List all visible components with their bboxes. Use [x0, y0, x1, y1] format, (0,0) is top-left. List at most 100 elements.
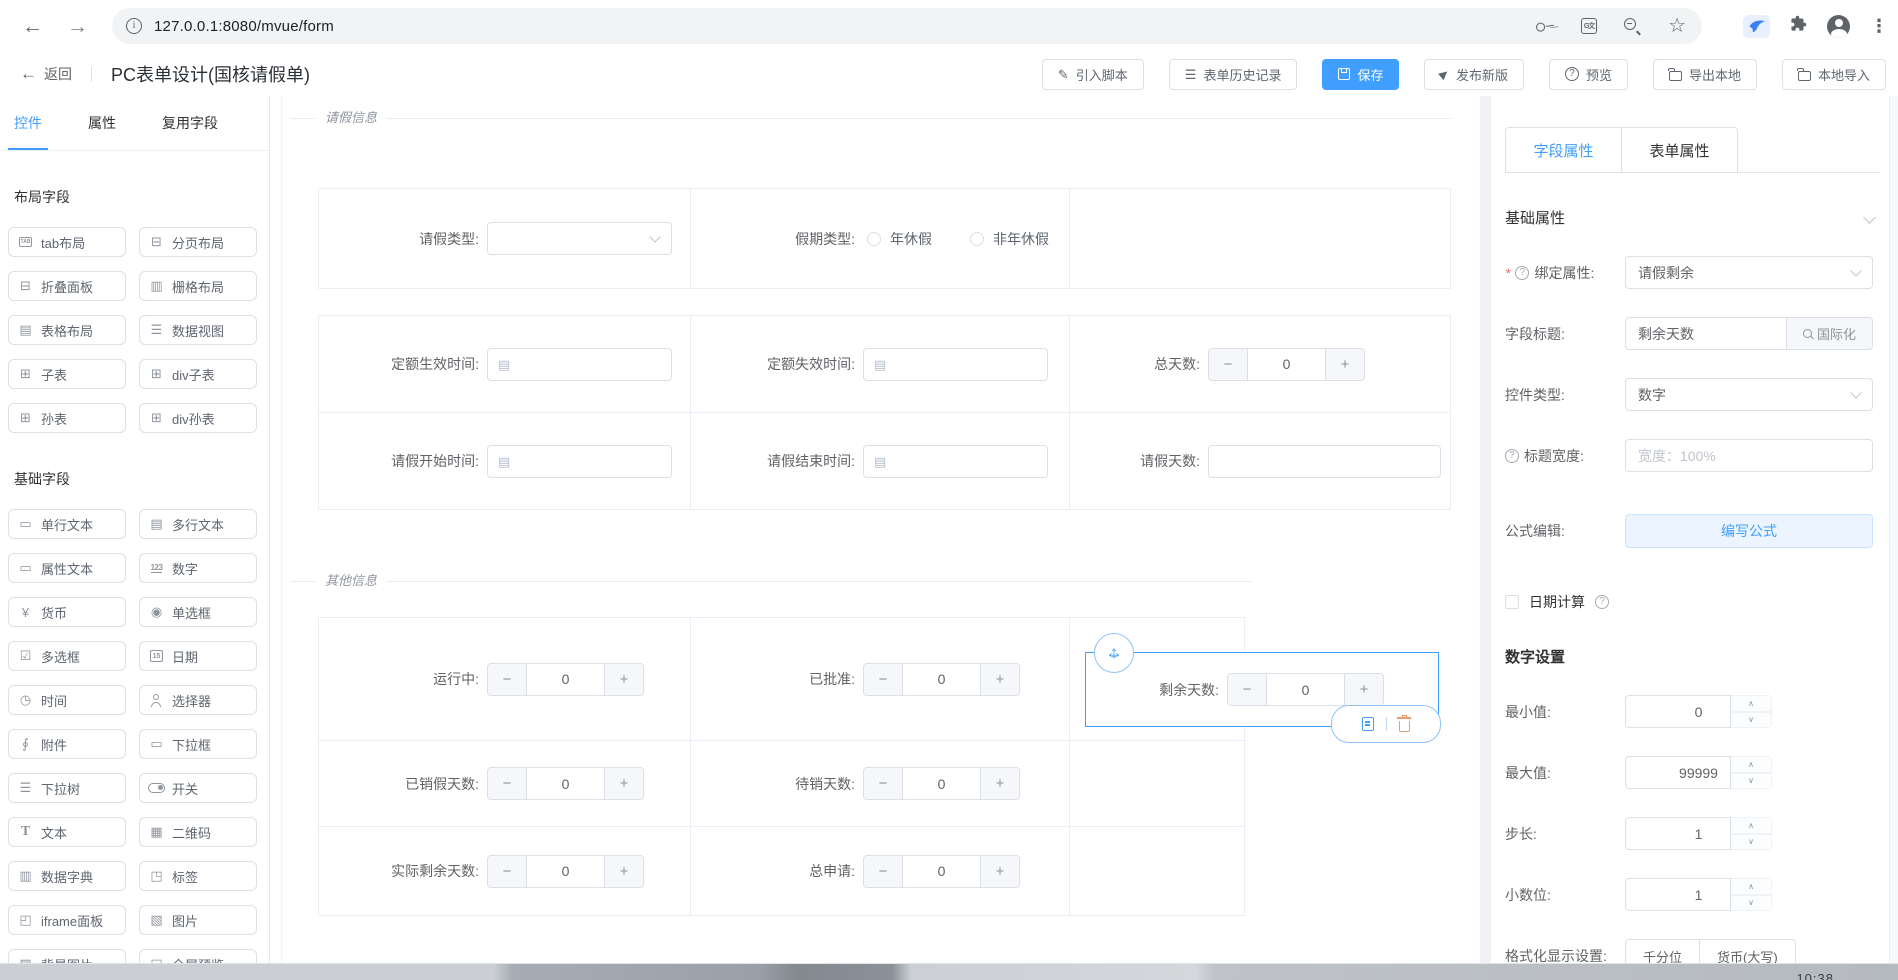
key-icon[interactable] [1536, 20, 1555, 31]
stepper-decrease-button[interactable]: − [864, 856, 903, 887]
copy-field-button[interactable] [1362, 717, 1374, 731]
control-item-data-view[interactable]: ☰数据视图 [139, 315, 257, 345]
stepper-increase-button[interactable]: + [604, 664, 643, 695]
control-item-tag[interactable]: ◳标签 [139, 861, 257, 891]
spinner-up-icon[interactable]: ∧ [1731, 878, 1772, 895]
info-icon[interactable]: i [126, 18, 142, 34]
spinner-down-icon[interactable]: ∨ [1731, 834, 1772, 851]
control-item-grid-layout[interactable]: ▥栅格布局 [139, 271, 257, 301]
control-item-text[interactable]: T文本 [8, 817, 126, 847]
rp-tab-1[interactable]: 表单属性 [1621, 128, 1737, 172]
control-item-multiline-text[interactable]: ▤多行文本 [139, 509, 257, 539]
sidebar-tab-0[interactable]: 控件 [14, 96, 42, 150]
bird-extension-icon[interactable] [1743, 15, 1770, 38]
stepper-increase-button[interactable]: + [1325, 349, 1364, 380]
spinner-down-icon[interactable]: ∨ [1731, 895, 1772, 912]
field-number-stepper[interactable]: −0+ [1208, 348, 1365, 381]
spinner-down-icon[interactable]: ∨ [1731, 712, 1772, 729]
form-field-cell[interactable]: 已销假天数:−0+ [319, 741, 691, 827]
control-item-image[interactable]: ▧图片 [139, 905, 257, 935]
control-item-qrcode[interactable]: ▦二维码 [139, 817, 257, 847]
stepper-increase-button[interactable]: + [980, 856, 1019, 887]
selected-field[interactable]: 剩余天数:−0+↔↕ [1085, 652, 1439, 727]
field-number-stepper[interactable]: −0+ [487, 855, 644, 888]
field-date-input[interactable]: ▤ [487, 348, 672, 381]
field-text-input[interactable] [1208, 445, 1441, 478]
control-item-date[interactable]: 15日期 [139, 641, 257, 671]
form-field-cell[interactable]: 已批准:−0+ [691, 618, 1070, 741]
stepper-increase-button[interactable]: + [604, 768, 643, 799]
stepper-increase-button[interactable]: + [1344, 674, 1383, 705]
stepper-decrease-button[interactable]: − [1228, 674, 1267, 705]
publish-button[interactable]: ▶发布新版 [1424, 59, 1523, 90]
canvas[interactable]: 请假信息其他信息请假类型:假期类型:年休假非年休假定额生效时间:▤定额失效时间:… [270, 96, 1480, 963]
field-number-stepper[interactable]: −0+ [863, 767, 1020, 800]
format-option-button[interactable]: 货币(大写) [1700, 939, 1796, 963]
control-item-div-subtable[interactable]: ⊞div子表 [139, 359, 257, 389]
control-item-attribute-text[interactable]: ▭属性文本 [8, 553, 126, 583]
drag-handle[interactable]: ↔↕ [1094, 633, 1134, 673]
export-button[interactable]: 导出本地 [1653, 59, 1757, 90]
control-item-background-image[interactable]: ▨背景图片 [8, 949, 126, 963]
control-item-attachment[interactable]: ∮附件 [8, 729, 126, 759]
control-item-collapse-panel[interactable]: ⊟折叠面板 [8, 271, 126, 301]
extensions-puzzle-icon[interactable] [1790, 15, 1807, 37]
control-item-tab-layout[interactable]: TABtab布局 [8, 227, 126, 257]
field-number-stepper[interactable]: −0+ [487, 767, 644, 800]
menu-kebab-icon[interactable]: ⋮ [1870, 17, 1888, 35]
form-field-cell[interactable]: 请假开始时间:▤ [319, 413, 691, 509]
format-option-button[interactable]: 千分位 [1625, 939, 1700, 963]
star-icon[interactable]: ☆ [1668, 16, 1686, 36]
stepper-increase-button[interactable]: + [604, 856, 643, 887]
form-field-cell[interactable]: 定额失效时间:▤ [691, 316, 1070, 413]
panel-scrollbar[interactable] [1889, 96, 1898, 963]
stepper-decrease-button[interactable]: − [488, 664, 527, 695]
spinner-down-icon[interactable]: ∨ [1731, 773, 1772, 790]
stepper-decrease-button[interactable]: − [488, 856, 527, 887]
translate-icon[interactable]: G文 [1581, 18, 1597, 34]
prop-number-input[interactable]: 0∧∨ [1625, 695, 1772, 728]
control-item-dropdown-tree[interactable]: ☰下拉树 [8, 773, 126, 803]
form-field-cell[interactable]: 请假天数: [1070, 413, 1450, 509]
field-number-stepper[interactable]: −0+ [487, 663, 644, 696]
field-date-input[interactable]: ▤ [863, 348, 1048, 381]
control-item-radio[interactable]: ◉单选框 [139, 597, 257, 627]
prop-input[interactable]: 宽度：100% [1625, 439, 1873, 472]
control-item-switch[interactable]: 开关 [139, 773, 257, 803]
control-item-time[interactable]: ◷时间 [8, 685, 126, 715]
stepper-increase-button[interactable]: + [980, 664, 1019, 695]
field-date-input[interactable]: ▤ [863, 445, 1048, 478]
edit-formula-button[interactable]: 编写公式 [1625, 514, 1873, 548]
prop-select[interactable]: 数字 [1625, 378, 1873, 411]
radio-option[interactable]: 非年休假 [970, 229, 1049, 249]
field-select[interactable] [487, 222, 672, 255]
import-button[interactable]: 本地导入 [1782, 59, 1886, 90]
save-button[interactable]: 保存 [1322, 59, 1399, 90]
intl-button[interactable]: 国际化 [1787, 317, 1873, 350]
control-item-table-layout[interactable]: ▤表格布局 [8, 315, 126, 345]
form-field-cell[interactable]: 假期类型:年休假非年休假 [691, 189, 1070, 288]
back-icon[interactable]: ← [22, 16, 43, 37]
stepper-decrease-button[interactable]: − [488, 768, 527, 799]
form-field-cell[interactable]: 请假结束时间:▤ [691, 413, 1070, 509]
prop-number-input[interactable]: 1∧∨ [1625, 817, 1772, 850]
form-field-cell[interactable]: 请假类型: [319, 189, 691, 288]
preview-button[interactable]: ?预览 [1549, 59, 1628, 90]
control-item-dropdown[interactable]: ▭下拉框 [139, 729, 257, 759]
prop-select[interactable]: 请假剩余 [1625, 256, 1873, 289]
control-item-number[interactable]: 123数字 [139, 553, 257, 583]
sidebar-tab-1[interactable]: 属性 [88, 96, 116, 150]
control-item-iframe-panel[interactable]: ◰iframe面板 [8, 905, 126, 935]
stepper-decrease-button[interactable]: − [864, 664, 903, 695]
field-number-stepper[interactable]: −0+ [863, 663, 1020, 696]
spinner-up-icon[interactable]: ∧ [1731, 756, 1772, 773]
radio-option[interactable]: 年休假 [867, 229, 932, 249]
prop-number-input[interactable]: 1∧∨ [1625, 878, 1772, 911]
profile-icon[interactable] [1827, 15, 1850, 38]
field-number-stepper[interactable]: −0+ [1227, 673, 1384, 706]
control-item-pagination-layout[interactable]: ⊟分页布局 [139, 227, 257, 257]
script-button[interactable]: ✎引入脚本 [1042, 59, 1144, 90]
field-number-stepper[interactable]: −0+ [863, 855, 1020, 888]
delete-field-button[interactable] [1399, 721, 1410, 732]
control-item-div-grandchild-table[interactable]: ⊞div孙表 [139, 403, 257, 433]
